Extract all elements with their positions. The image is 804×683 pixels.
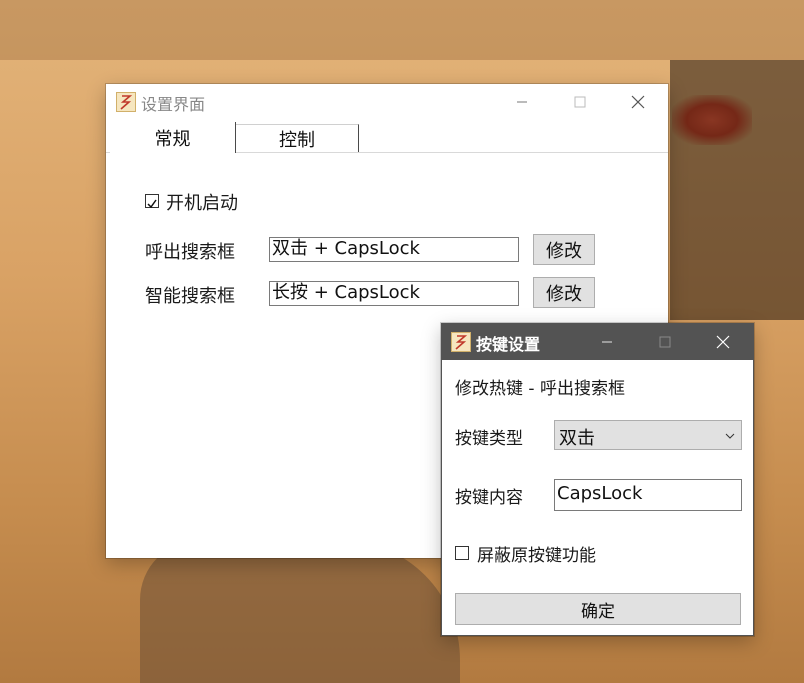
tab-general[interactable]: 常规 [110, 122, 236, 153]
close-button[interactable] [615, 84, 661, 120]
confirm-button[interactable]: 确定 [455, 593, 741, 625]
block-original-label: 屏蔽原按键功能 [477, 546, 596, 566]
minimize-icon [602, 341, 612, 343]
background-figure [140, 540, 460, 683]
key-type-selected: 双击 [559, 428, 595, 449]
maximize-icon [574, 96, 586, 108]
modify-button-smart-search[interactable]: 修改 [533, 277, 595, 308]
row-label-smart-search: 智能搜索框 [145, 286, 235, 307]
dialog-minimize-button[interactable] [584, 324, 630, 360]
tab-control-label: 控制 [279, 129, 315, 151]
dialog-close-button[interactable] [700, 324, 746, 360]
minimize-button[interactable] [499, 84, 545, 120]
maximize-button[interactable] [557, 84, 603, 120]
key-content-label: 按键内容 [455, 488, 523, 508]
tab-general-label: 常规 [154, 128, 191, 150]
key-settings-dialog: 按键设置 修改热键 - 呼出搜索框 按键类型 双击 按键内容 CapsLock … [441, 323, 754, 636]
tab-control[interactable]: 控制 [236, 124, 359, 152]
close-icon [631, 95, 645, 109]
app-logo-icon [116, 92, 136, 112]
window-title: 设置界面 [141, 95, 206, 114]
checkmark-icon [147, 199, 157, 209]
key-content-input[interactable]: CapsLock [554, 479, 742, 511]
dialog-app-logo-icon [451, 332, 471, 352]
autostart-checkbox[interactable] [145, 194, 159, 209]
modify-button-call-search[interactable]: 修改 [533, 234, 595, 265]
hotkey-field-call-search[interactable]: 双击 + CapsLock [269, 237, 519, 262]
key-type-label: 按键类型 [455, 429, 523, 449]
dialog-heading: 修改热键 - 呼出搜索框 [455, 379, 625, 399]
block-original-checkbox[interactable] [455, 546, 469, 560]
dialog-title: 按键设置 [476, 335, 541, 354]
settings-titlebar[interactable]: 设置界面 [106, 84, 668, 120]
chevron-down-icon [725, 433, 735, 439]
maximize-icon [659, 336, 671, 348]
dialog-titlebar[interactable]: 按键设置 [442, 324, 753, 360]
close-icon [716, 335, 730, 349]
dialog-maximize-button[interactable] [642, 324, 688, 360]
row-label-call-search: 呼出搜索框 [145, 242, 235, 263]
minimize-icon [517, 101, 527, 103]
hotkey-field-smart-search[interactable]: 长按 + CapsLock [269, 281, 519, 306]
background-train-window [0, 0, 804, 60]
key-type-select[interactable]: 双击 [554, 420, 742, 450]
autostart-label: 开机启动 [166, 193, 238, 214]
background-dark-panel [670, 60, 804, 320]
